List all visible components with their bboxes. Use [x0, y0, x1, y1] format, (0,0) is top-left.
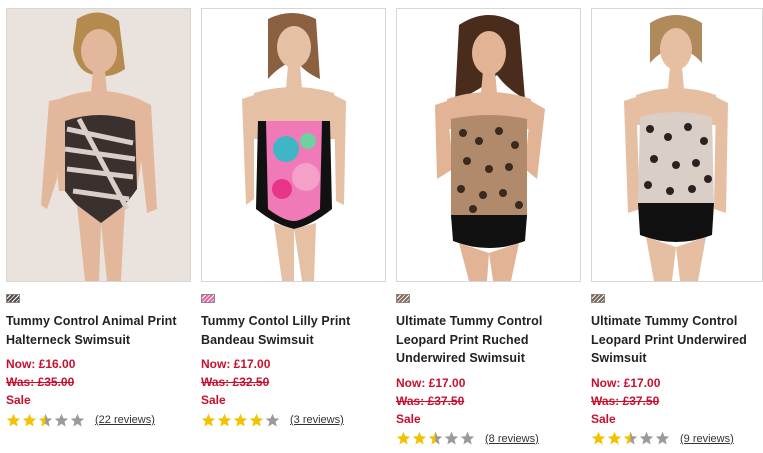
- product-image[interactable]: [396, 8, 581, 282]
- star-icon: [54, 413, 69, 426]
- product-title[interactable]: Tummy Control Animal Print Halterneck Sw…: [6, 312, 191, 349]
- product-image[interactable]: [6, 8, 191, 282]
- rating: (3 reviews): [201, 411, 386, 429]
- colour-swatch[interactable]: [6, 294, 20, 303]
- price-was: Was: £37.50: [591, 393, 660, 408]
- star-icon: [265, 413, 280, 426]
- product-image[interactable]: [201, 8, 386, 282]
- rating: (22 reviews): [6, 411, 191, 429]
- star-rating: [6, 413, 85, 428]
- star-icon: [444, 431, 459, 445]
- sale-label: Sale: [6, 393, 31, 407]
- star-icon: [217, 413, 232, 426]
- star-icon: [655, 431, 670, 445]
- star-icon: [70, 413, 85, 426]
- colour-swatch[interactable]: [201, 294, 215, 303]
- star-icon: [249, 413, 264, 426]
- star-icon: [623, 431, 638, 445]
- star-icon: [607, 431, 622, 445]
- sale-label: Sale: [201, 393, 226, 407]
- product-card: Ultimate Tummy Control Leopard Print Ruc…: [396, 8, 581, 448]
- product-card: Tummy Contol Lilly Print Bandeau Swimsui…: [201, 8, 386, 429]
- colour-swatch[interactable]: [591, 294, 605, 303]
- star-rating: [201, 413, 280, 428]
- star-icon: [38, 413, 53, 426]
- reviews-link[interactable]: (9 reviews): [680, 433, 734, 445]
- price-was: Was: £37.50: [396, 393, 465, 408]
- price-was: Was: £35.00: [6, 375, 75, 389]
- star-icon: [460, 431, 475, 445]
- product-grid: Tummy Control Animal Print Halterneck Sw…: [0, 0, 763, 453]
- product-card: Tummy Control Animal Print Halterneck Sw…: [6, 8, 191, 429]
- star-icon: [22, 413, 37, 426]
- reviews-link[interactable]: (8 reviews): [485, 433, 539, 445]
- product-title[interactable]: Ultimate Tummy Control Leopard Print Und…: [591, 312, 763, 368]
- product-card: Ultimate Tummy Control Leopard Print Und…: [591, 8, 763, 448]
- price-now: Now: £17.00: [591, 375, 661, 390]
- product-image[interactable]: [591, 8, 763, 282]
- star-icon: [6, 413, 21, 426]
- star-rating: [396, 431, 475, 446]
- star-icon: [233, 413, 248, 426]
- rating: (8 reviews): [396, 430, 581, 448]
- star-rating: [591, 431, 670, 446]
- price-now: Now: £17.00: [396, 375, 466, 390]
- star-icon: [201, 413, 216, 426]
- sale-label: Sale: [591, 411, 616, 426]
- price-now: Now: £17.00: [201, 357, 271, 371]
- star-icon: [639, 431, 654, 445]
- price-now: Now: £16.00: [6, 357, 76, 371]
- colour-swatch[interactable]: [396, 294, 410, 303]
- star-icon: [396, 431, 411, 445]
- reviews-link[interactable]: (22 reviews): [95, 414, 155, 426]
- product-title[interactable]: Ultimate Tummy Control Leopard Print Ruc…: [396, 312, 581, 368]
- rating: (9 reviews): [591, 430, 763, 448]
- star-icon: [591, 431, 606, 445]
- star-icon: [428, 431, 443, 445]
- price-was: Was: £32.50: [201, 375, 270, 389]
- sale-label: Sale: [396, 411, 421, 426]
- product-title[interactable]: Tummy Contol Lilly Print Bandeau Swimsui…: [201, 312, 386, 349]
- reviews-link[interactable]: (3 reviews): [290, 414, 344, 426]
- star-icon: [412, 431, 427, 445]
